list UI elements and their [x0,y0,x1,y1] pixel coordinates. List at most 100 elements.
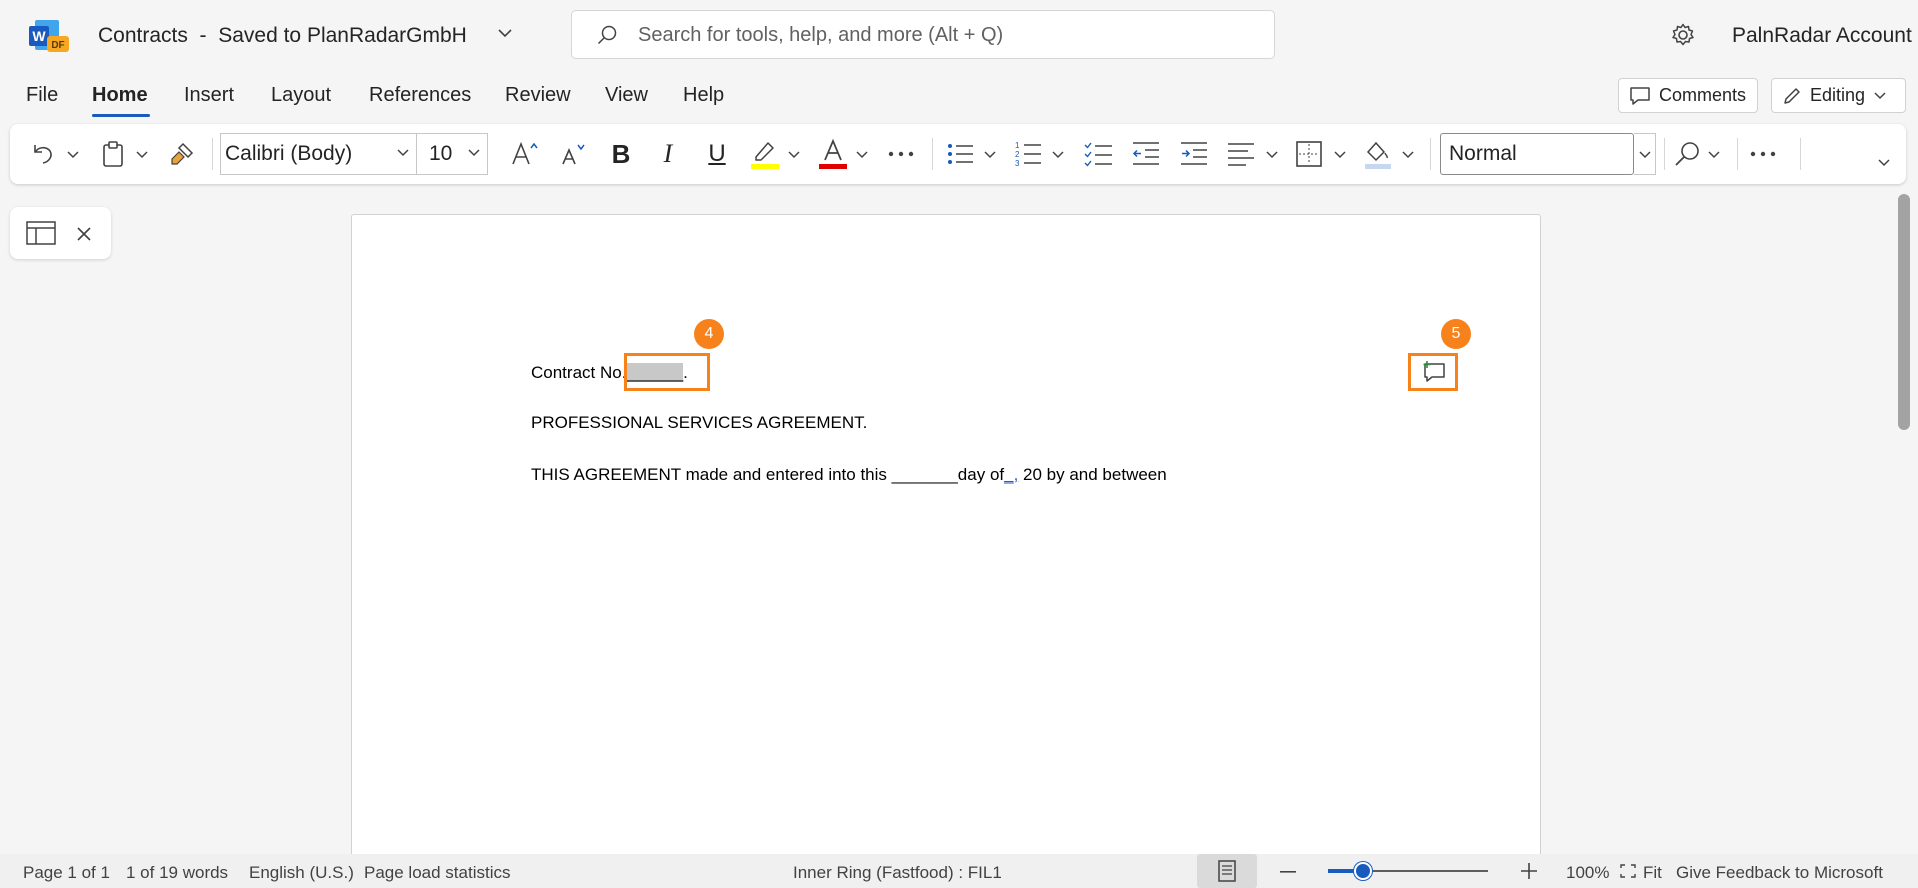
checklist-icon[interactable] [1084,138,1114,170]
paste-icon[interactable] [100,138,126,170]
annotation-badge: 5 [1441,319,1471,349]
underline-button[interactable]: U [704,138,730,170]
document-page[interactable]: Contract No.______. PROFESSIONAL SERVICE… [351,214,1541,888]
numbered-list-icon[interactable]: 123 [1014,138,1044,170]
chevron-down-icon[interactable] [496,27,514,39]
style-combo[interactable]: Normal [1440,133,1634,175]
tab-references[interactable]: References [369,84,471,107]
borders-icon[interactable] [1294,138,1324,170]
zoom-out-icon[interactable] [1280,871,1296,873]
highlight-icon[interactable] [748,138,782,170]
tab-home[interactable]: Home [92,84,148,107]
page-load-statistics[interactable]: Page load statistics [364,863,510,883]
language-indicator[interactable]: English (U.S.) [249,863,354,883]
comments-button[interactable]: Comments [1618,78,1758,113]
highlight-dropdown-icon[interactable] [786,138,802,170]
chevron-down-icon[interactable] [396,148,410,157]
gear-icon[interactable] [1670,22,1696,48]
navigation-pane-toggle [10,207,111,259]
home-ribbon: Calibri (Body) 10 B I U 123 Normal [10,124,1906,184]
svg-text:3: 3 [1015,159,1020,168]
ring-info: Inner Ring (Fastfood) : FIL1 [793,863,1002,882]
agreement-intro-text: THIS AGREEMENT made and entered into thi… [531,465,1005,484]
tab-view[interactable]: View [605,84,648,107]
new-comment-icon[interactable] [1421,360,1447,384]
font-size-combo[interactable]: 10 [416,133,488,175]
undo-dropdown-icon[interactable] [65,138,81,170]
decrease-indent-icon[interactable] [1131,138,1161,170]
date-field[interactable]: _, [1004,465,1018,484]
align-dropdown-icon[interactable] [1264,138,1280,170]
undo-icon[interactable] [30,138,56,170]
chevron-down-icon [1873,91,1887,100]
tab-insert[interactable]: Insert [184,84,234,107]
fit-icon [1620,864,1636,878]
agreement-intro-suffix: 20 by and between [1018,465,1167,484]
paste-dropdown-icon[interactable] [134,138,150,170]
feedback-link[interactable]: Give Feedback to Microsoft [1676,863,1883,883]
font-name-combo[interactable]: Calibri (Body) [220,133,417,175]
close-icon[interactable] [76,226,92,242]
search-box[interactable] [571,10,1275,59]
font-color-icon[interactable] [816,138,850,170]
shading-icon[interactable] [1362,138,1394,170]
tab-layout[interactable]: Layout [271,84,331,107]
title-bar: W DF Contracts - Saved to PlanRadarGmbH … [0,0,1918,70]
pencil-icon [1782,86,1802,106]
vertical-scrollbar[interactable] [1898,194,1910,430]
search-input[interactable] [638,21,1238,49]
save-status: Saved to PlanRadarGmbH [218,24,467,47]
editing-label: Editing [1810,85,1866,105]
agreement-intro-line[interactable]: THIS AGREEMENT made and entered into thi… [531,465,1167,485]
zoom-in-icon[interactable] [1521,863,1537,879]
account-button[interactable]: PalnRadar Account [1732,24,1912,48]
font-color-dropdown-icon[interactable] [854,138,870,170]
find-icon[interactable] [1672,138,1702,170]
more-options-icon[interactable] [1748,138,1778,170]
shrink-font-icon[interactable] [558,138,588,170]
shading-dropdown-icon[interactable] [1400,138,1416,170]
find-dropdown-icon[interactable] [1706,138,1722,170]
page-count[interactable]: Page 1 of 1 [23,863,110,883]
editing-mode-button[interactable]: Editing [1771,78,1906,113]
navigation-pane-icon[interactable] [26,221,56,245]
highlight-box-blank [624,353,710,391]
status-bar: Page 1 of 1 1 of 19 words English (U.S.)… [0,854,1918,888]
font-name-value: Calibri (Body) [225,142,353,165]
print-layout-view-button[interactable] [1197,854,1257,888]
align-left-icon[interactable] [1226,138,1256,170]
annotation-badge: 4 [694,319,724,349]
style-value: Normal [1449,142,1517,165]
numbering-dropdown-icon[interactable] [1050,138,1066,170]
svg-text:1: 1 [1015,141,1020,150]
zoom-slider-thumb[interactable] [1354,862,1373,880]
active-tab-indicator [92,114,150,117]
search-icon [596,24,618,46]
bullet-dropdown-icon[interactable] [982,138,998,170]
tab-help[interactable]: Help [683,84,724,107]
italic-button[interactable]: I [657,138,679,170]
increase-indent-icon[interactable] [1179,138,1209,170]
document-title[interactable]: Contracts - Saved to PlanRadarGmbH [98,24,467,48]
agreement-heading[interactable]: PROFESSIONAL SERVICES AGREEMENT. [531,413,867,433]
word-count[interactable]: 1 of 19 words [126,863,228,883]
doc-name: Contracts [98,24,188,47]
tab-file[interactable]: File [26,84,58,107]
svg-text:DF: DF [51,40,64,51]
chevron-down-icon[interactable] [467,148,481,157]
svg-text:W: W [32,28,46,44]
contract-number-label: Contract No. [531,363,627,382]
format-painter-icon[interactable] [167,138,197,170]
word-logo-icon[interactable]: W DF [29,18,73,54]
more-font-options-icon[interactable] [886,138,916,170]
styles-dropdown-icon[interactable] [1634,133,1656,175]
tab-review[interactable]: Review [505,84,571,107]
bullet-list-icon[interactable] [946,138,976,170]
grow-font-icon[interactable] [510,138,540,170]
bold-button[interactable]: B [608,138,634,170]
zoom-level[interactable]: 100% [1566,863,1609,883]
title-separator: - [199,24,207,47]
fit-button[interactable]: Fit [1643,863,1662,883]
expand-ribbon-icon[interactable] [1876,146,1892,178]
borders-dropdown-icon[interactable] [1332,138,1348,170]
